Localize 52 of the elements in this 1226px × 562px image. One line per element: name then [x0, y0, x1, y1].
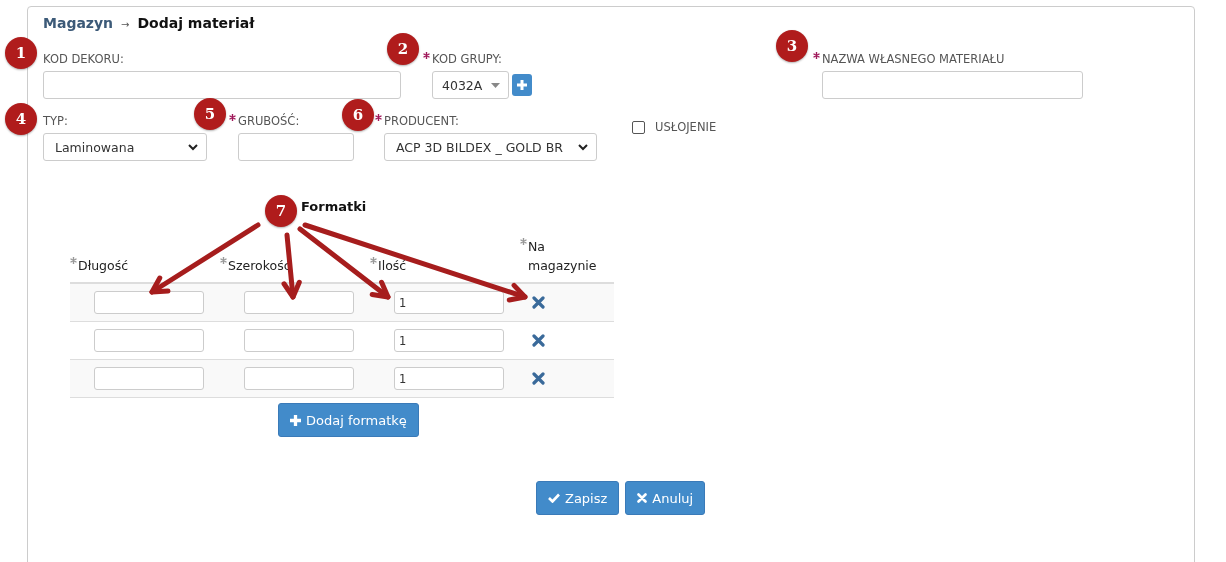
- text-field[interactable]: [822, 71, 1083, 99]
- select-field[interactable]: Laminowana: [43, 133, 207, 161]
- plus-icon: [290, 414, 301, 426]
- column-header: Szerokość: [228, 257, 291, 275]
- chevron-down-icon: [188, 143, 198, 151]
- field-label: PRODUCENT:: [384, 113, 459, 129]
- field-label: KOD DEKORU:: [43, 51, 124, 67]
- add-button[interactable]: [512, 74, 532, 96]
- select-field[interactable]: 4032A: [432, 71, 509, 99]
- cross-icon[interactable]: [532, 372, 545, 385]
- step-badge: 2: [387, 33, 419, 65]
- step-badge: 6: [342, 99, 374, 131]
- length-field[interactable]: [94, 329, 204, 352]
- checkbox[interactable]: [632, 120, 645, 134]
- field-label: KOD GRUPY:: [432, 51, 502, 67]
- chevron-down-icon: [578, 143, 588, 151]
- save-button[interactable]: Zapisz: [536, 481, 620, 515]
- quantity-field[interactable]: 1: [394, 291, 504, 314]
- breadcrumb-separator: →: [121, 19, 130, 30]
- quantity-field[interactable]: 1: [394, 367, 504, 390]
- step-badge: 7: [265, 195, 297, 227]
- width-field[interactable]: [244, 367, 354, 390]
- cancel-button[interactable]: Anuluj: [625, 481, 706, 515]
- page-title: Dodaj materiał: [137, 15, 255, 31]
- add-row-button[interactable]: Dodaj formatkę: [278, 403, 419, 437]
- field-label: NAZWA WŁASNEGO MATERIAŁU: [822, 51, 1005, 67]
- check-icon: [548, 493, 560, 503]
- checkbox-label: USŁOJENIE: [655, 119, 717, 135]
- cross-icon[interactable]: [532, 296, 545, 309]
- width-field[interactable]: [244, 291, 354, 314]
- step-badge: 3: [776, 30, 808, 62]
- plus-icon: [517, 80, 527, 90]
- text-field[interactable]: [43, 71, 401, 99]
- length-field[interactable]: [94, 367, 204, 390]
- breadcrumb-link[interactable]: Magazyn: [43, 15, 114, 31]
- field-label: GRUBOŚĆ:: [238, 113, 300, 129]
- width-field[interactable]: [244, 329, 354, 352]
- step-badge: 5: [194, 98, 226, 130]
- column-header: Ilość: [378, 257, 407, 275]
- length-field[interactable]: [94, 291, 204, 314]
- cross-icon: [637, 493, 648, 503]
- field-label: TYP:: [43, 113, 68, 129]
- column-header: Na magazynie: [528, 238, 598, 275]
- column-header: Długość: [78, 257, 129, 275]
- select-field[interactable]: ACP 3D BILDEX _ GOLD BR: [384, 133, 597, 161]
- dropdown-triangle-icon: [491, 82, 500, 88]
- text-field[interactable]: [238, 133, 354, 161]
- quantity-field[interactable]: 1: [394, 329, 504, 352]
- step-badge: 1: [5, 37, 37, 69]
- step-badge: 4: [5, 103, 37, 135]
- cross-icon[interactable]: [532, 334, 545, 347]
- section-title: Formatki: [301, 199, 368, 216]
